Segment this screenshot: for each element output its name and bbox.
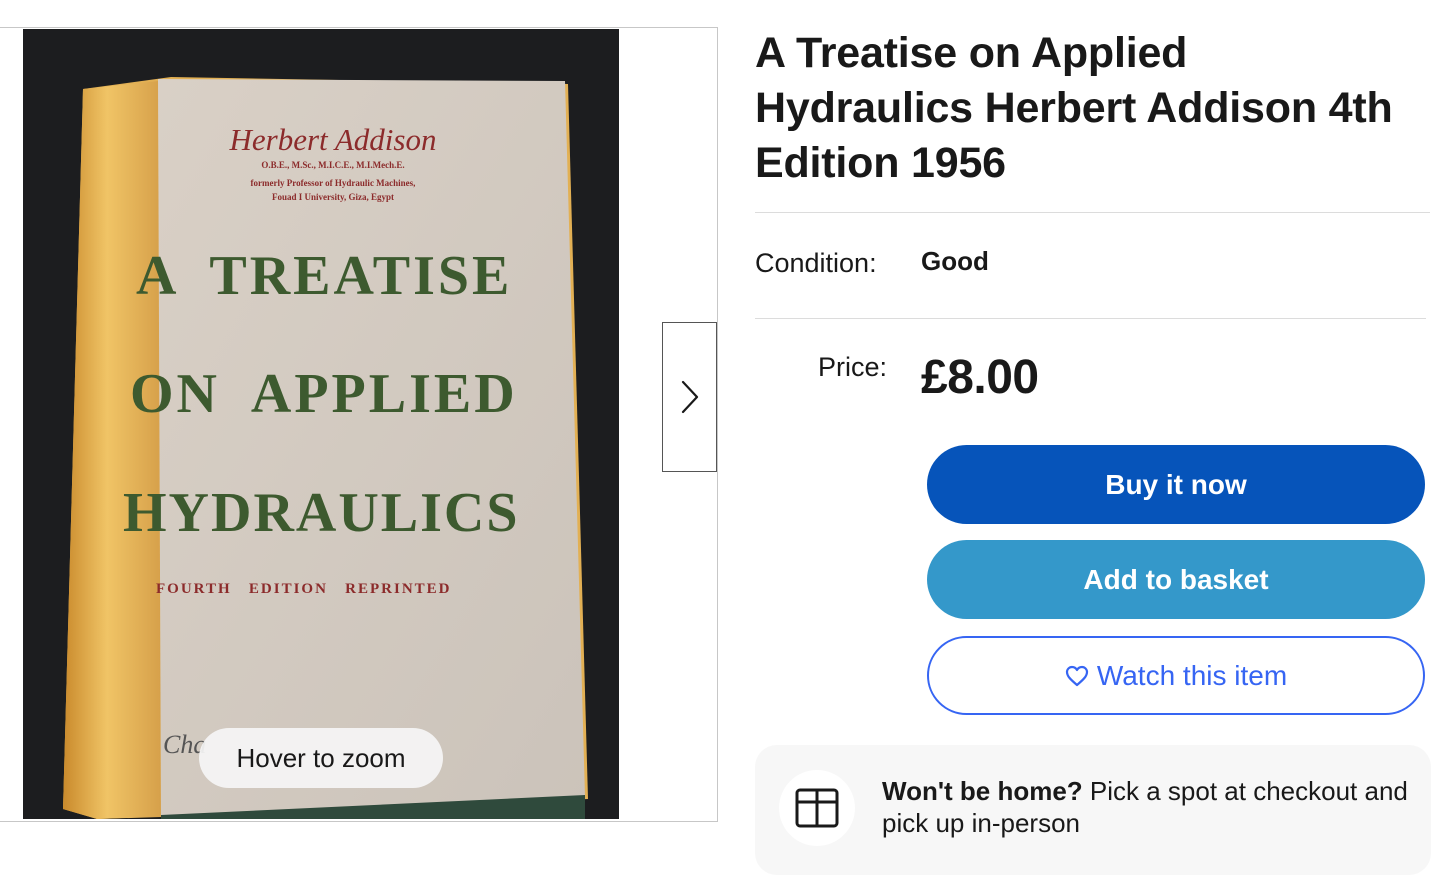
price-value: £8.00 [921, 351, 1039, 404]
pickup-promo: Won't be home? Pick a spot at checkout a… [755, 745, 1431, 875]
cover-title-line-2: ON APPLIED [130, 363, 518, 425]
book-photo[interactable]: Herbert Addison O.B.E., M.Sc., M.I.C.E.,… [23, 29, 619, 819]
cover-credentials: O.B.E., M.Sc., M.I.C.E., M.I.Mech.E. [261, 160, 405, 170]
cover-affiliation-1: formerly Professor of Hydraulic Machines… [250, 178, 416, 188]
cover-title-line-1: A TREATISE [136, 245, 513, 307]
cover-affiliation-2: Fouad I University, Giza, Egypt [271, 192, 394, 202]
heart-icon [1065, 665, 1089, 687]
condition-value: Good [921, 246, 989, 276]
add-to-basket-label: Add to basket [1083, 563, 1269, 595]
listing-title: A Treatise on Applied Hydraulics Herbert… [755, 29, 1393, 187]
cover-edition: FOURTH EDITION REPRINTED [156, 581, 452, 597]
watch-item-button[interactable]: Watch this item [927, 636, 1425, 715]
book-cover [158, 79, 585, 819]
box-icon-container [779, 770, 855, 846]
add-to-basket-button[interactable]: Add to basket [927, 540, 1425, 619]
price-label: Price: [818, 352, 888, 382]
condition-label: Condition: [755, 248, 877, 278]
chevron-right-icon [681, 380, 698, 414]
watch-item-label: Watch this item [1096, 659, 1288, 691]
cover-title-line-3: HYDRAULICS [123, 482, 520, 544]
cover-author: Herbert Addison [229, 122, 437, 157]
box-icon [795, 788, 839, 828]
divider [755, 212, 1430, 213]
pickup-promo-bold: Won't be home? [882, 776, 1083, 806]
buy-it-now-label: Buy it now [1105, 468, 1247, 500]
buy-it-now-button[interactable]: Buy it now [927, 445, 1425, 524]
next-image-button[interactable] [662, 322, 717, 472]
hover-to-zoom-hint: Hover to zoom [199, 728, 443, 788]
pickup-promo-text: Won't be home? Pick a spot at checkout a… [882, 775, 1412, 839]
divider [755, 318, 1426, 319]
image-gallery: Herbert Addison O.B.E., M.Sc., M.I.C.E.,… [0, 27, 718, 822]
